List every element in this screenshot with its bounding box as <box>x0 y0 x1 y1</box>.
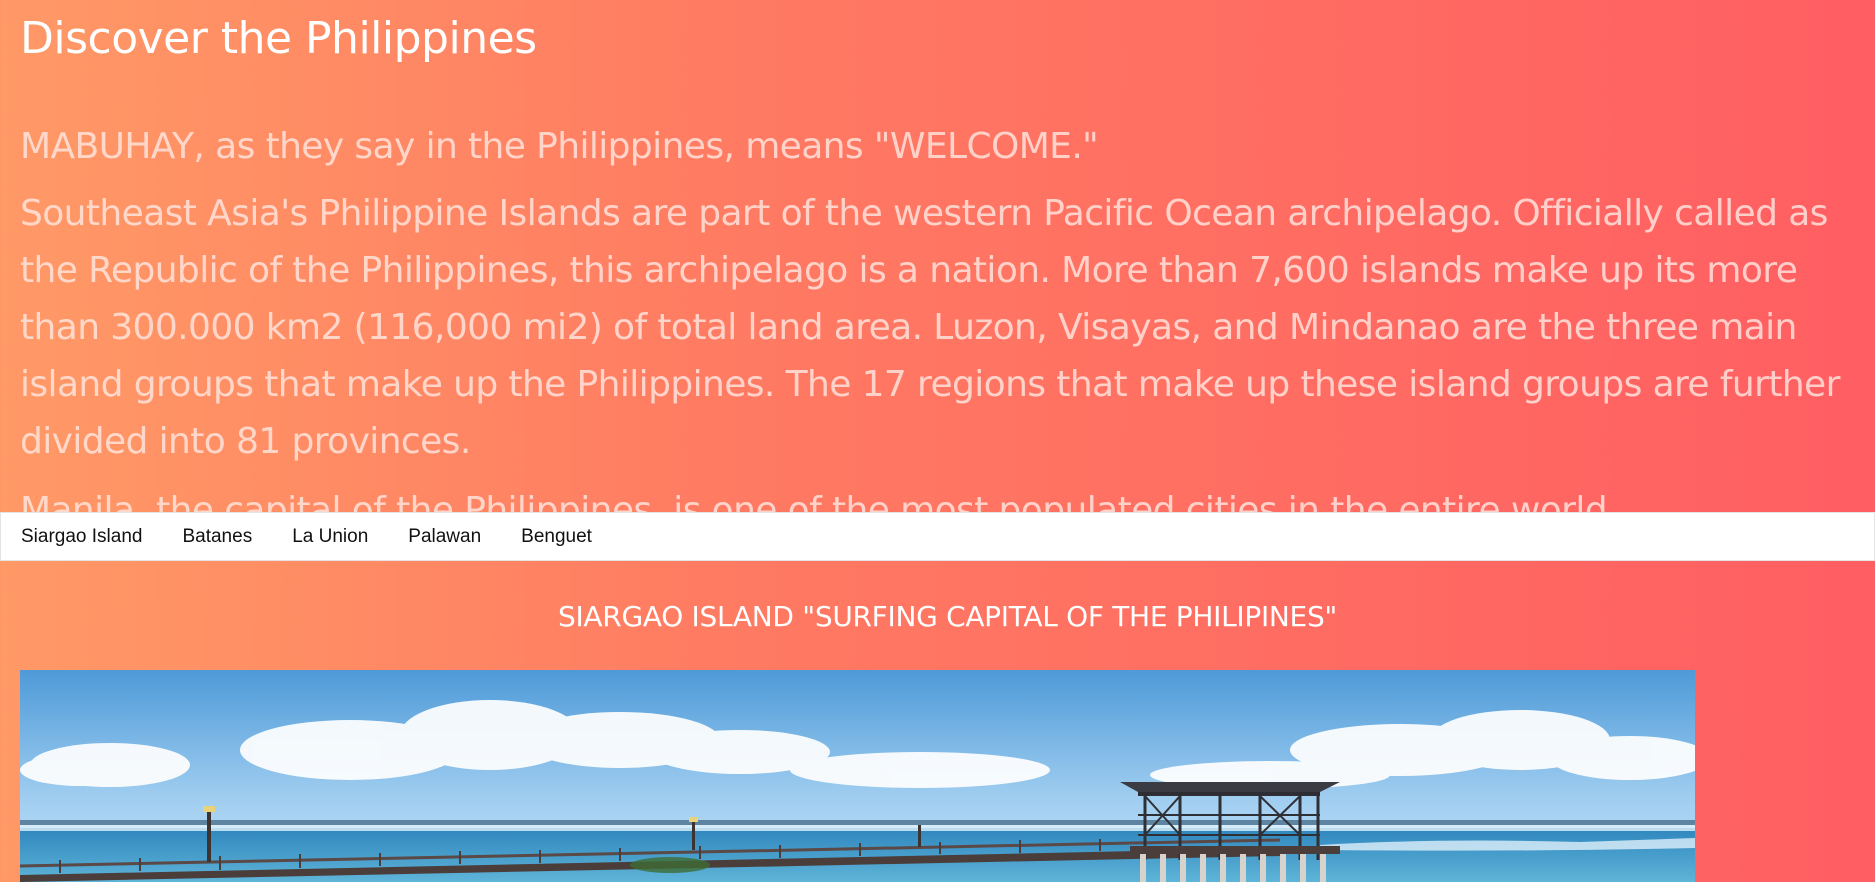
nav-item-palawan[interactable]: Palawan <box>408 526 481 548</box>
section-heading: SIARGAO ISLAND "SURFING CAPITAL OF THE P… <box>558 600 1337 633</box>
pier-illustration <box>20 670 1695 882</box>
intro-text: MABUHAY, as they say in the Philippines,… <box>20 118 1860 551</box>
siargao-pier-photo <box>20 670 1695 882</box>
nav-item-siargao-island[interactable]: Siargao Island <box>21 526 142 548</box>
page-title: Discover the Philippines <box>20 13 537 64</box>
nav-item-benguet[interactable]: Benguet <box>521 526 592 548</box>
nav-item-batanes[interactable]: Batanes <box>182 526 252 548</box>
destination-navbar: Siargao Island Batanes La Union Palawan … <box>0 512 1875 561</box>
welcome-paragraph: MABUHAY, as they say in the Philippines,… <box>20 126 1099 167</box>
description-paragraph: Southeast Asia's Philippine Islands are … <box>20 193 1840 462</box>
nav-item-la-union[interactable]: La Union <box>292 526 368 548</box>
